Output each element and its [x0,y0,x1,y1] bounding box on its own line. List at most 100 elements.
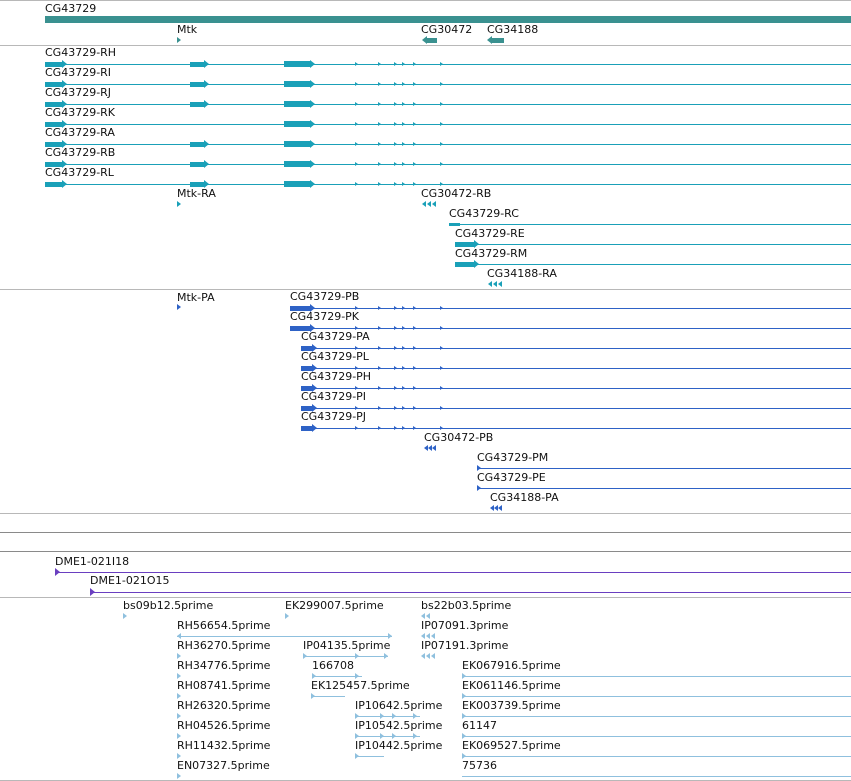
est-feature [355,753,359,759]
transcript-exon [190,142,204,147]
transcript-exon [190,62,204,67]
protein-cds-arrow [312,424,317,432]
protein-exon-4 [413,406,416,410]
protein-exon-3 [402,406,405,410]
transcript-exon-4 [413,122,416,126]
transcript-label: CG43729-RI [45,66,112,79]
transcript-label: Mtk-RA [177,187,216,200]
transcript-exon-1 [378,162,381,166]
protein-exon-2 [394,366,397,370]
protein-exon-4 [413,366,416,370]
track-separator [0,289,851,290]
est-feature [384,653,388,659]
transcript-label: CG43729-RK [45,106,116,119]
transcript-exon-4 [413,62,416,66]
gene-label: CG30472 [421,23,473,36]
protein-exon-3 [402,306,405,310]
est-label: EK069527.5prime [462,739,561,752]
transcript-exon-5 [440,162,443,166]
transcript-exon-arrow [204,60,209,68]
transcript-intron-line [45,64,851,65]
transcript-exon [498,281,502,287]
protein-exon-2 [394,326,397,330]
est-label: EK125457.5prime [311,679,410,692]
track-separator [0,513,851,514]
est-label: 61147 [462,719,497,732]
protein-exon-1 [378,306,381,310]
transcript-exon-2 [394,122,397,126]
transcript-exon-4 [413,142,416,146]
transcript-exon [45,182,62,187]
transcript-exon-3 [402,82,405,86]
clone-label: DME1-021I18 [55,555,130,568]
clone-label: DME1-021O15 [90,574,170,587]
est-label: IP10442.5prime [355,739,443,752]
protein-intron-line [301,428,851,429]
est-label: EK061146.5prime [462,679,561,692]
transcript-exon [284,81,310,87]
est-label: EN07327.5prime [177,759,270,772]
protein-exon-1 [378,406,381,410]
protein-label: CG43729-PL [301,350,369,363]
protein-exon-2 [394,426,397,430]
protein-exon-3 [402,326,405,330]
est-line [462,776,851,777]
est-line [311,696,345,697]
transcript-exon-1 [378,102,381,106]
protein-exon-2 [394,306,397,310]
est-feature [177,773,181,779]
est-label: RH04526.5prime [177,719,271,732]
clone-line [55,572,851,573]
protein-cds [301,426,312,431]
transcript-exon-0 [355,62,358,66]
transcript-exon [284,181,310,187]
transcript-exon-5 [440,82,443,86]
transcript-exon [284,101,310,107]
protein-intron-line [290,308,851,309]
protein-exon-1 [378,326,381,330]
est-line [303,656,388,657]
transcript-exon-3 [402,102,405,106]
protein-label: CG43729-PM [477,451,549,464]
genome-track-view: CG43729 Mtk CG30472 CG34188 CG43729-RH CG4372… [0,0,851,781]
transcript-label: CG43729-RA [45,126,115,139]
est-label: EK067916.5prime [462,659,561,672]
transcript-label: CG30472-RB [421,187,492,200]
transcript-exon-3 [402,142,405,146]
gene-feature [426,38,437,43]
transcript-exon-5 [440,122,443,126]
transcript-exon-5 [440,182,443,186]
transcript-exon-arrow [310,120,315,128]
protein-exon-5 [440,326,443,330]
protein-label: CG43729-PA [301,330,370,343]
est-line [355,716,420,717]
transcript-exon-2 [394,62,397,66]
gene-feature [177,37,181,43]
est-label: EK299007.5prime [285,599,384,612]
transcript-label: CG34188-RA [487,267,557,280]
protein-intron-line [477,488,851,489]
est-label: IP10542.5prime [355,719,443,732]
transcript-intron-line [45,144,851,145]
protein-exon-5 [440,426,443,430]
protein-label: CG30472-PB [424,431,494,444]
transcript-exon [190,102,204,107]
protein-label: CG43729-PH [301,370,372,383]
transcript-exon-0 [355,162,358,166]
transcript-intron-line [45,104,851,105]
est-label: IP07091.3prime [421,619,509,632]
est-label: RH56654.5prime [177,619,271,632]
est-label: 75736 [462,759,497,772]
clone-line [90,592,851,593]
protein-exon-3 [402,366,405,370]
est-feature [431,653,435,659]
transcript-exon-arrow [310,180,315,188]
transcript-exon-arrow [310,100,315,108]
gene-feature-arrow [487,36,492,44]
protein-exon-5 [440,366,443,370]
protein-intron-line [477,468,851,469]
protein-label: Mtk-PA [177,291,215,304]
est-label: RH11432.5prime [177,739,271,752]
est-label: 166708 [312,659,354,672]
transcript-exon-0 [355,182,358,186]
